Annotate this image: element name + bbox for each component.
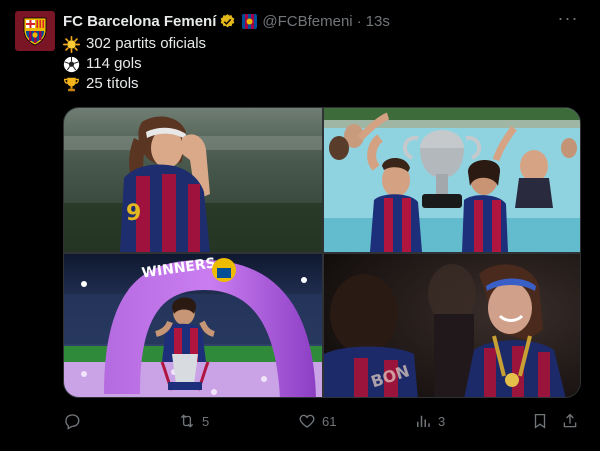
tweet-line: 302 partits oficials	[63, 34, 206, 54]
tweet-line: 25 títols	[63, 74, 206, 94]
retweet-count: 5	[202, 413, 210, 429]
media-photo-2[interactable]	[324, 108, 580, 252]
photo-1-image: 9	[64, 108, 322, 252]
photo-3-image: WINNERS	[64, 254, 322, 397]
retweet-icon	[180, 414, 194, 428]
like-count: 61	[322, 413, 337, 429]
media-photo-3[interactable]: WINNERS	[64, 254, 322, 397]
tweet-line: 114 gols	[63, 54, 206, 74]
svg-text:9: 9	[126, 201, 141, 226]
account-name[interactable]: FC Barcelona Femení	[63, 13, 216, 30]
avatar[interactable]	[15, 11, 55, 51]
media-photo-1[interactable]: 9	[64, 108, 322, 252]
photo-4-image: BON	[324, 254, 580, 397]
trophy-emoji-icon	[64, 77, 79, 91]
more-options-icon[interactable]: ···	[556, 9, 580, 31]
verified-gold-badge-icon[interactable]	[219, 13, 236, 30]
share-button[interactable]	[561, 410, 579, 432]
heart-icon	[299, 414, 315, 428]
soccer-ball-emoji-icon	[63, 56, 80, 72]
bookmark-icon	[534, 413, 546, 429]
timestamp[interactable]: 13s	[366, 13, 390, 30]
media-photo-4[interactable]: BON	[324, 254, 580, 397]
bookmark-button[interactable]	[531, 410, 549, 432]
tweet-line-text: 25 títols	[86, 75, 139, 92]
like-button[interactable]: 61	[298, 410, 336, 432]
affiliate-badge-icon[interactable]	[242, 13, 258, 29]
views-chart-icon	[417, 415, 430, 427]
reply-icon	[65, 414, 80, 430]
photo-2-image	[324, 108, 580, 252]
reply-button[interactable]	[63, 410, 87, 432]
share-icon	[563, 413, 577, 428]
views-button[interactable]: 3	[414, 410, 445, 432]
sun-emoji-icon	[63, 35, 80, 53]
fcb-crest-icon	[23, 17, 47, 46]
separator-dot: ·	[356, 12, 362, 30]
tweet-line-text: 114 gols	[86, 55, 142, 72]
retweet-button[interactable]: 5	[178, 410, 209, 432]
tweet-text: 302 partits oficials 114 gols 25 títols	[63, 34, 206, 94]
tweet-actions: 5 61 3	[63, 410, 583, 432]
views-count: 3	[438, 413, 446, 429]
media-grid: 9 WINNERS BON	[63, 107, 581, 398]
tweet-header: FC Barcelona Femení @FCBfemeni · 13s ···	[63, 9, 580, 31]
account-handle[interactable]: @FCBfemeni	[262, 13, 352, 30]
tweet-line-text: 302 partits oficials	[86, 35, 207, 52]
